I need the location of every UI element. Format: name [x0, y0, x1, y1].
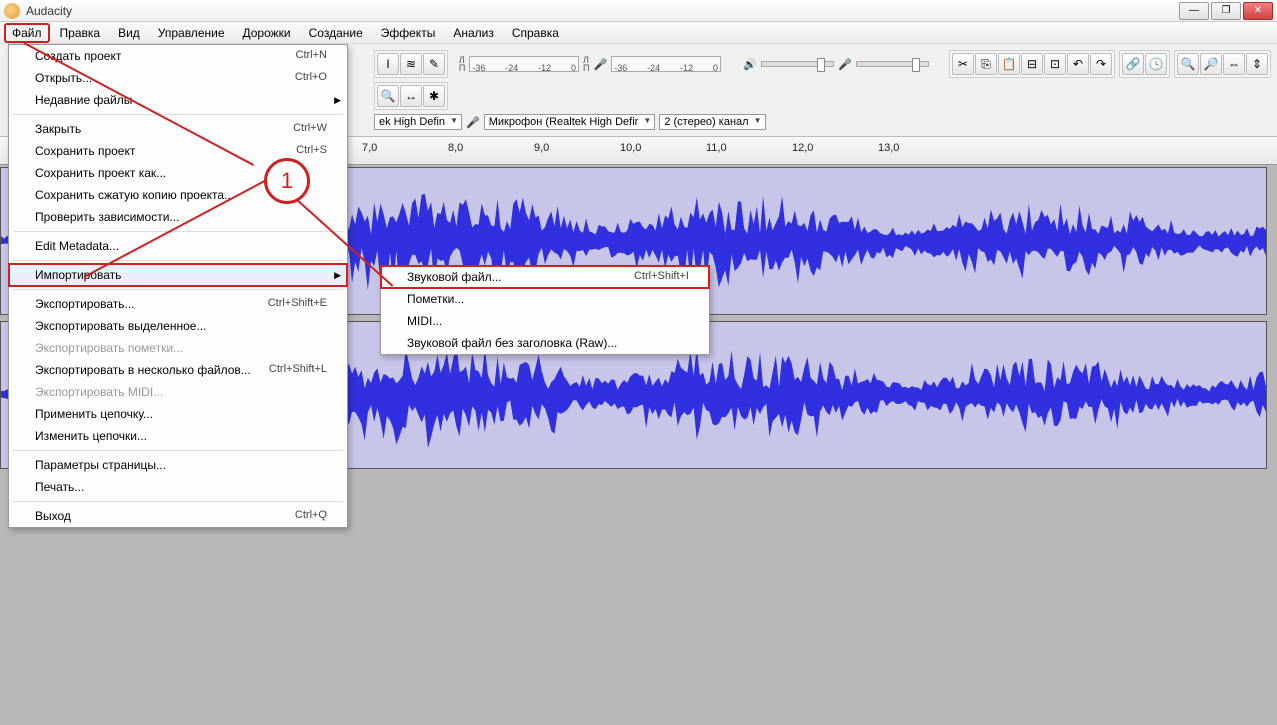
selection-tool-icon[interactable]: I	[377, 53, 399, 75]
timeshift-tool-icon[interactable]: ↔	[400, 85, 422, 107]
fit-project-icon[interactable]: ⇕	[1246, 53, 1268, 75]
menu-item[interactable]: ЗакрытьCtrl+W	[9, 118, 347, 140]
menu-item[interactable]: Экспортировать выделенное...	[9, 315, 347, 337]
zoom-in-icon[interactable]: 🔍	[1177, 53, 1199, 75]
lp-playback-label: ЛП	[459, 56, 465, 72]
output-volume-slider[interactable]	[761, 61, 834, 67]
minimize-button[interactable]: —	[1179, 2, 1209, 20]
menu-item[interactable]: Параметры страницы...	[9, 454, 347, 476]
speaker-icon	[743, 57, 757, 71]
tool-group: I ≋ ✎	[374, 50, 448, 78]
mic-vol-icon	[838, 57, 852, 71]
trim-icon[interactable]: ⊟	[1021, 53, 1043, 75]
draw-tool-icon[interactable]: ✎	[423, 53, 445, 75]
playback-meter[interactable]: -36-24-120	[469, 56, 579, 72]
ruler-tick: 13,0	[878, 142, 899, 165]
zoom-out-icon[interactable]: 🔎	[1200, 53, 1222, 75]
menu-bar: ФайлПравкаВидУправлениеДорожкиСозданиеЭф…	[0, 22, 1277, 44]
menu-дорожки[interactable]: Дорожки	[235, 23, 299, 43]
menu-separator	[13, 450, 343, 451]
ruler-tick: 10,0	[620, 142, 641, 165]
mic-device-icon	[466, 116, 480, 129]
menu-файл[interactable]: Файл	[4, 23, 50, 43]
menu-item[interactable]: Экспортировать...Ctrl+Shift+E	[9, 293, 347, 315]
menu-item[interactable]: Edit Metadata...	[9, 235, 347, 257]
menu-правка[interactable]: Правка	[52, 23, 109, 43]
device-toolbar: ek High Defin Микрофон (Realtek High Def…	[368, 112, 1277, 132]
envelope-tool-icon[interactable]: ≋	[400, 53, 422, 75]
file-menu-dropdown: Создать проектCtrl+NОткрыть...Ctrl+OНеда…	[8, 44, 348, 528]
copy-icon[interactable]: ⎘	[975, 53, 997, 75]
window-controls: — ❐ ✕	[1179, 2, 1273, 20]
undo-icon[interactable]: ↶	[1067, 53, 1089, 75]
menu-separator	[13, 289, 343, 290]
maximize-button[interactable]: ❐	[1211, 2, 1241, 20]
tool-group-2: 🔍 ↔ ✱	[374, 82, 448, 110]
menu-анализ[interactable]: Анализ	[445, 23, 502, 43]
menu-item[interactable]: Создать проектCtrl+N	[9, 45, 347, 67]
lp-record-label: ЛП	[583, 56, 589, 72]
channels-combo[interactable]: 2 (стерео) канал	[659, 114, 765, 130]
ruler-tick: 11,0	[706, 142, 727, 165]
menu-item[interactable]: Печать...	[9, 476, 347, 498]
annotation-marker-1: 1	[264, 158, 310, 204]
submenu-item[interactable]: Звуковой файл без заголовка (Raw)...	[381, 332, 709, 354]
ruler-tick: 7,0	[362, 142, 377, 165]
submenu-item[interactable]: Пометки...	[381, 288, 709, 310]
menu-item: Экспортировать пометки...	[9, 337, 347, 359]
paste-icon[interactable]: 📋	[998, 53, 1020, 75]
menu-separator	[13, 501, 343, 502]
ruler-tick: 12,0	[792, 142, 813, 165]
menu-item: Экспортировать MIDI...	[9, 381, 347, 403]
menu-item[interactable]: Импортировать▶	[9, 264, 347, 286]
submenu-item[interactable]: MIDI...	[381, 310, 709, 332]
zoom-tool-icon[interactable]: 🔍	[377, 85, 399, 107]
cut-icon[interactable]: ✂	[952, 53, 974, 75]
menu-separator	[13, 114, 343, 115]
menu-item[interactable]: Открыть...Ctrl+O	[9, 67, 347, 89]
input-device-combo[interactable]: Микрофон (Realtek High Defir	[484, 114, 656, 130]
link-sync-group: 🔗 🕓	[1119, 50, 1170, 78]
menu-item[interactable]: Экспортировать в несколько файлов...Ctrl…	[9, 359, 347, 381]
window-title: Audacity	[26, 4, 1179, 18]
menu-item[interactable]: ВыходCtrl+Q	[9, 505, 347, 527]
fit-selection-icon[interactable]: ⇔	[1223, 53, 1245, 75]
app-icon	[4, 3, 20, 19]
ruler-tick: 9,0	[534, 142, 549, 165]
sync-lock-icon[interactable]: 🔗	[1122, 53, 1144, 75]
menu-item[interactable]: Изменить цепочки...	[9, 425, 347, 447]
chevron-right-icon: ▶	[334, 95, 341, 106]
menu-separator	[13, 260, 343, 261]
menu-item[interactable]: Применить цепочку...	[9, 403, 347, 425]
menu-эффекты[interactable]: Эффекты	[373, 23, 444, 43]
menu-item[interactable]: Сохранить проектCtrl+S	[9, 140, 347, 162]
mic-icon	[594, 57, 608, 71]
menu-вид[interactable]: Вид	[110, 23, 148, 43]
multi-tool-icon[interactable]: ✱	[423, 85, 445, 107]
submenu-item[interactable]: Звуковой файл...Ctrl+Shift+I	[381, 266, 709, 288]
title-bar: Audacity — ❐ ✕	[0, 0, 1277, 22]
ruler-tick: 8,0	[448, 142, 463, 165]
menu-separator	[13, 231, 343, 232]
close-button[interactable]: ✕	[1243, 2, 1273, 20]
zoom-group: 🔍 🔎 ⇔ ⇕	[1174, 50, 1271, 78]
import-submenu: Звуковой файл...Ctrl+Shift+IПометки...MI…	[380, 265, 710, 355]
menu-item[interactable]: Недавние файлы▶	[9, 89, 347, 111]
redo-icon[interactable]: ↷	[1090, 53, 1112, 75]
clock-icon[interactable]: 🕓	[1145, 53, 1167, 75]
silence-icon[interactable]: ⊡	[1044, 53, 1066, 75]
input-volume-slider[interactable]	[856, 61, 929, 67]
output-device-combo[interactable]: ek High Defin	[374, 114, 462, 130]
chevron-right-icon: ▶	[334, 270, 341, 281]
menu-создание[interactable]: Создание	[301, 23, 371, 43]
record-meter[interactable]: -36-24-120	[611, 56, 721, 72]
edit-tool-group: ✂ ⎘ 📋 ⊟ ⊡ ↶ ↷	[949, 50, 1115, 78]
menu-управление[interactable]: Управление	[150, 23, 233, 43]
menu-справка[interactable]: Справка	[504, 23, 567, 43]
